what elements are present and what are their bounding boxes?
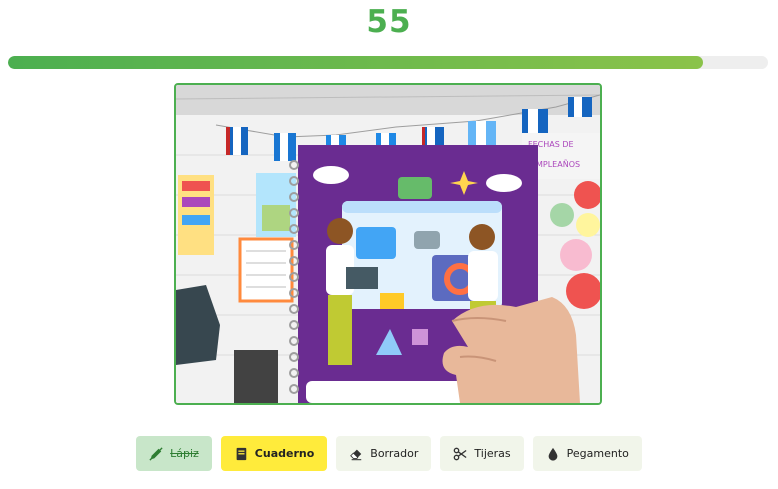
item-pegamento[interactable]: Pegamento: [532, 436, 642, 471]
scissors-icon: [453, 447, 467, 461]
glue-icon: [546, 447, 560, 461]
item-tijeras[interactable]: Tijeras: [440, 436, 524, 471]
score-counter: 55: [366, 4, 412, 40]
camera-feed: FECHAS DE MPLEAÑOS: [174, 83, 602, 405]
item-label: Tijeras: [474, 447, 511, 460]
item-cuaderno[interactable]: Cuaderno: [220, 436, 328, 471]
items-checklist: Lápiz Cuaderno Borrador Tijeras Pegament…: [0, 436, 778, 471]
camera-photo: FECHAS DE MPLEAÑOS: [176, 85, 600, 403]
item-label: Cuaderno: [254, 447, 315, 460]
svg-text:MPLEAÑOS: MPLEAÑOS: [536, 159, 580, 169]
progress-bar-fill: [8, 56, 704, 69]
notebook-icon: [234, 447, 248, 461]
item-lapiz[interactable]: Lápiz: [136, 436, 212, 471]
item-label: Pegamento: [566, 447, 629, 460]
pencil-icon: [149, 446, 163, 461]
item-borrador[interactable]: Borrador: [336, 436, 432, 471]
item-label: Borrador: [370, 447, 419, 460]
eraser-icon: [349, 447, 363, 461]
progress-bar: [8, 56, 768, 69]
item-label: Lápiz: [170, 447, 199, 460]
